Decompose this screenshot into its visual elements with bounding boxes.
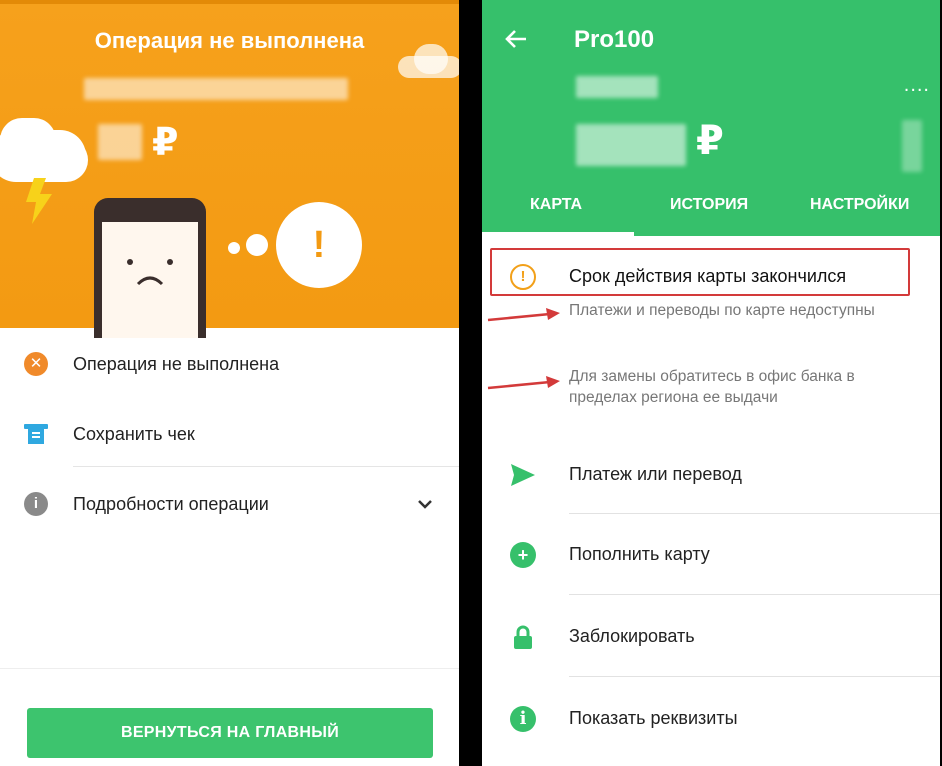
- send-icon: [511, 464, 535, 486]
- warning-icon: !: [510, 264, 536, 290]
- plus-circle-icon: +: [510, 542, 536, 568]
- annotation-arrow-2: [487, 376, 560, 390]
- receipt-icon: [24, 424, 48, 444]
- active-tab-indicator: [482, 232, 634, 236]
- exclamation-bubble-icon: !: [276, 202, 362, 288]
- operation-details-label: Подробности операции: [73, 494, 269, 514]
- bubble-dot-medium: [246, 234, 268, 256]
- sad-phone-illustration: [94, 198, 206, 338]
- replacement-note: Для замены обратитесь в офис банка в пре…: [569, 368, 855, 406]
- footer-divider: [0, 668, 459, 669]
- show-details-label: Показать реквизиты: [569, 708, 738, 728]
- operation-details-row[interactable]: i Подробности операции: [0, 470, 459, 536]
- balance-currency: ₽: [696, 119, 724, 163]
- tab-card[interactable]: КАРТА: [530, 196, 582, 214]
- bubble-dot-small: [228, 242, 240, 254]
- amount-currency: ₽: [152, 122, 179, 164]
- status-bar-strip: [0, 0, 459, 4]
- row-divider: [569, 676, 940, 677]
- tab-history[interactable]: ИСТОРИЯ: [670, 196, 748, 214]
- left-screen: Операция не выполнена ₽ ! ✕ Операция не …: [0, 0, 459, 766]
- back-arrow-icon[interactable]: [504, 28, 528, 50]
- row-divider: [73, 466, 459, 467]
- block-card-label: Заблокировать: [569, 626, 695, 646]
- x-circle-icon: ✕: [24, 352, 48, 376]
- redacted-balance: [576, 124, 686, 166]
- payment-transfer-row[interactable]: Платеж или перевод: [482, 434, 940, 514]
- tab-settings[interactable]: НАСТРОЙКИ: [810, 196, 909, 214]
- chevron-down-icon: [418, 500, 432, 509]
- block-card-row[interactable]: Заблокировать: [482, 596, 940, 676]
- save-receipt-label: Сохранить чек: [73, 424, 195, 444]
- lock-icon: [514, 625, 532, 649]
- payments-unavailable-note: Платежи и переводы по карте недоступны: [569, 302, 875, 319]
- card-expired-title: Срок действия карты закончился: [569, 266, 847, 286]
- card-header: Pro100 .... ₽ КАРТА ИСТОРИЯ НАСТРОЙКИ: [482, 0, 940, 236]
- error-header: Операция не выполнена ₽ !: [0, 0, 459, 338]
- card-name: Pro100: [574, 26, 655, 53]
- payment-transfer-label: Платеж или перевод: [569, 464, 742, 484]
- redacted-amount: [98, 124, 142, 160]
- redacted-right-edge: [902, 120, 922, 172]
- info-icon: i: [510, 706, 536, 732]
- operation-failed-row: ✕ Операция не выполнена: [0, 330, 459, 396]
- return-home-button[interactable]: ВЕРНУТЬСЯ НА ГЛАВНЫЙ: [27, 708, 433, 758]
- top-up-row[interactable]: + Пополнить карту: [482, 514, 940, 594]
- annotation-arrow-1: [487, 308, 560, 322]
- row-divider: [569, 594, 940, 595]
- redacted-description: [84, 78, 348, 100]
- top-up-label: Пополнить карту: [569, 544, 710, 564]
- info-icon: i: [24, 492, 48, 516]
- save-receipt-row[interactable]: Сохранить чек: [0, 400, 459, 466]
- operation-failed-label: Операция не выполнена: [73, 354, 280, 374]
- more-dots[interactable]: ....: [904, 74, 930, 97]
- lightning-icon: [26, 178, 52, 224]
- redacted-card-number: [576, 76, 658, 98]
- error-title: Операция не выполнена: [94, 28, 365, 53]
- show-details-row[interactable]: i Показать реквизиты: [482, 678, 940, 758]
